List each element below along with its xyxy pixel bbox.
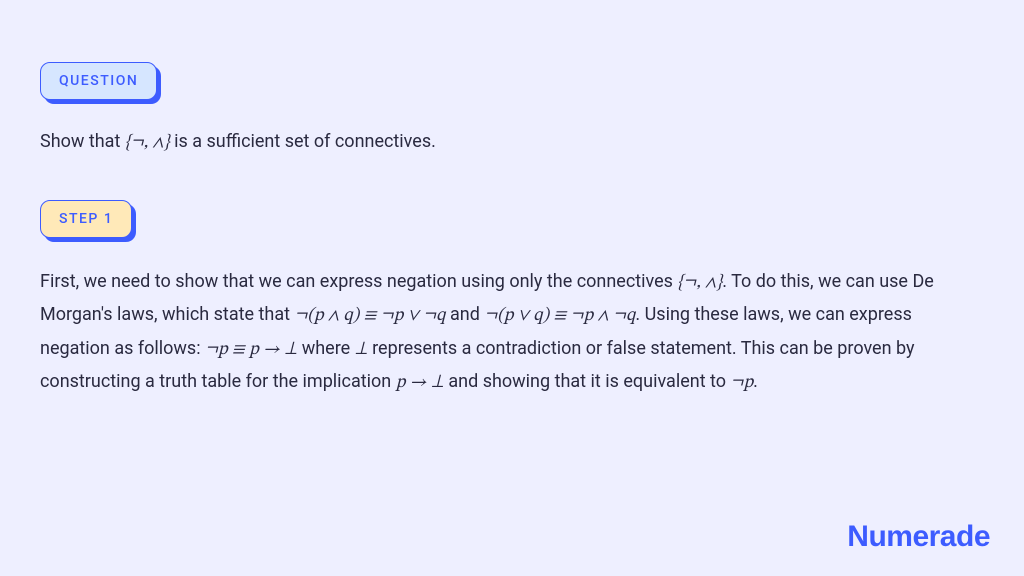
brand-logo: Numerade xyxy=(847,520,990,554)
step-badge: STEP 1 xyxy=(40,200,132,238)
step-badge-label: STEP 1 xyxy=(59,211,113,227)
s1-set: {¬, ∧} xyxy=(677,274,722,292)
s1c: and xyxy=(446,304,485,325)
s1h: . xyxy=(753,371,758,392)
question-post: is a sufficient set of connectives. xyxy=(170,131,436,152)
neg-expr: ¬p ≡ p → ⊥ xyxy=(205,341,297,359)
question-badge: QUESTION xyxy=(40,62,157,100)
question-set: {¬, ∧} xyxy=(125,134,170,152)
implication: p → ⊥ xyxy=(396,374,444,392)
question-badge-label: QUESTION xyxy=(59,73,138,89)
bottom-symbol: ⊥ xyxy=(355,341,368,359)
question-text: Show that {¬, ∧} is a sufficient set of … xyxy=(40,128,984,158)
not-p: ¬p xyxy=(731,374,754,392)
s1e: where xyxy=(297,338,354,359)
question-pre: Show that xyxy=(40,131,125,152)
s1a: First, we need to show that we can expre… xyxy=(40,271,677,292)
demorgan1: ¬(p ∧ q) ≡ ¬p ∨ ¬q xyxy=(294,307,445,325)
demorgan2: ¬(p ∨ q) ≡ ¬p ∧ ¬q xyxy=(484,307,635,325)
step1-text: First, we need to show that we can expre… xyxy=(40,266,984,400)
s1g: and showing that it is equivalent to xyxy=(444,371,731,392)
content-area: QUESTION Show that {¬, ∧} is a sufficien… xyxy=(0,0,1024,400)
